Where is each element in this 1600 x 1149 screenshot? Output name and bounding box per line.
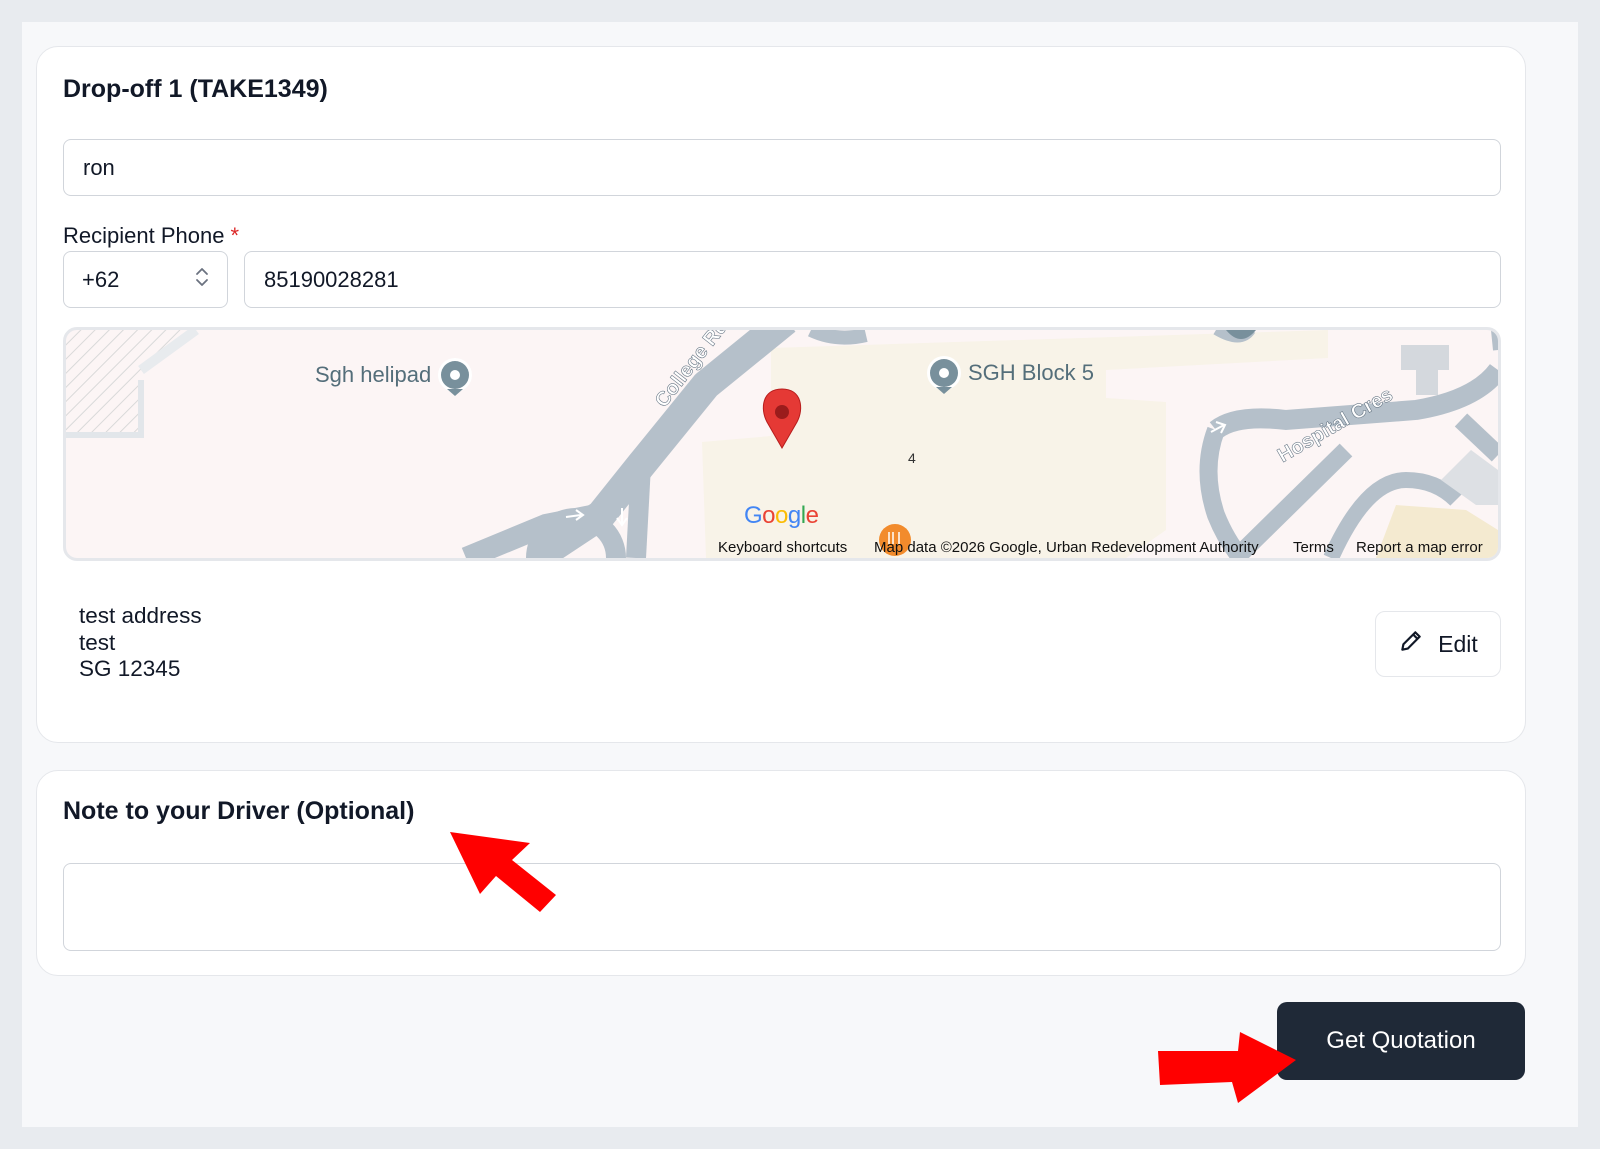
annotation-overlay — [450, 832, 1296, 1103]
annotation-arrow-icon — [1158, 1032, 1296, 1103]
annotation-arrow-icon — [450, 832, 556, 912]
